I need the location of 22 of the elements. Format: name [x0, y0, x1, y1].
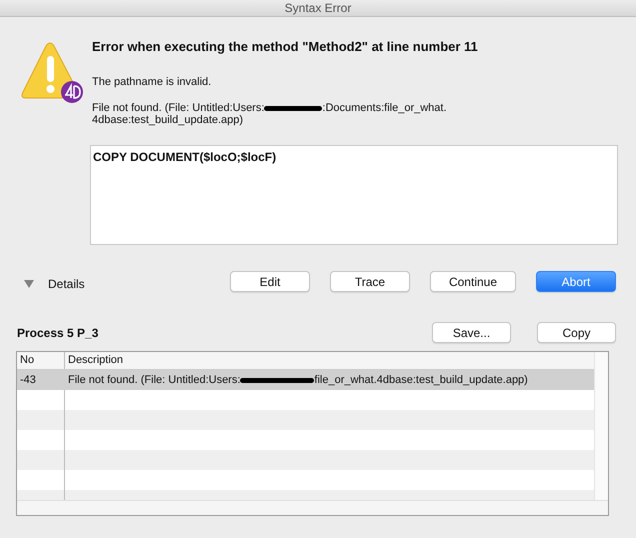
warning-icon — [20, 40, 84, 104]
dialog-button[interactable]: Continue — [430, 271, 516, 292]
table-cell: File not found. (File: Untitled:Users: — [68, 374, 240, 386]
details-toggle[interactable]: Details — [24, 276, 85, 290]
error-reason: The pathname is invalid. — [92, 76, 212, 88]
code-line: COPY DOCUMENT($locO;$locF) — [93, 150, 276, 164]
table-row[interactable]: -43 File not found. (File: Untitled:Users: file_or_what.4dbase:test_build_update.app) — [17, 370, 594, 390]
process-title: Process 5 P_3 — [17, 326, 98, 340]
column-header[interactable]: Description — [65, 352, 124, 369]
table-cell: -43 — [20, 374, 36, 386]
dialog-button[interactable]: Copy — [537, 322, 616, 343]
error-detail: 4dbase:test_build_update.app) — [92, 114, 244, 126]
table-cell: file_or_what.4dbase:test_build_update.app) — [314, 374, 528, 386]
error-heading: Error when executing the method "Method2" at line number 11 — [92, 39, 478, 54]
dialog-button[interactable]: Trace — [330, 271, 410, 292]
error-detail: File not found. (File: Untitled:Users: — [92, 102, 264, 114]
error-detail: :Documents:file_or_what. — [322, 102, 447, 114]
dialog-button[interactable]: Save... — [432, 322, 511, 343]
dialog-button[interactable]: Edit — [230, 271, 310, 292]
window-title: Syntax Error — [284, 1, 352, 15]
disclosure-triangle-icon — [24, 278, 34, 288]
column-header[interactable]: No — [17, 352, 65, 369]
